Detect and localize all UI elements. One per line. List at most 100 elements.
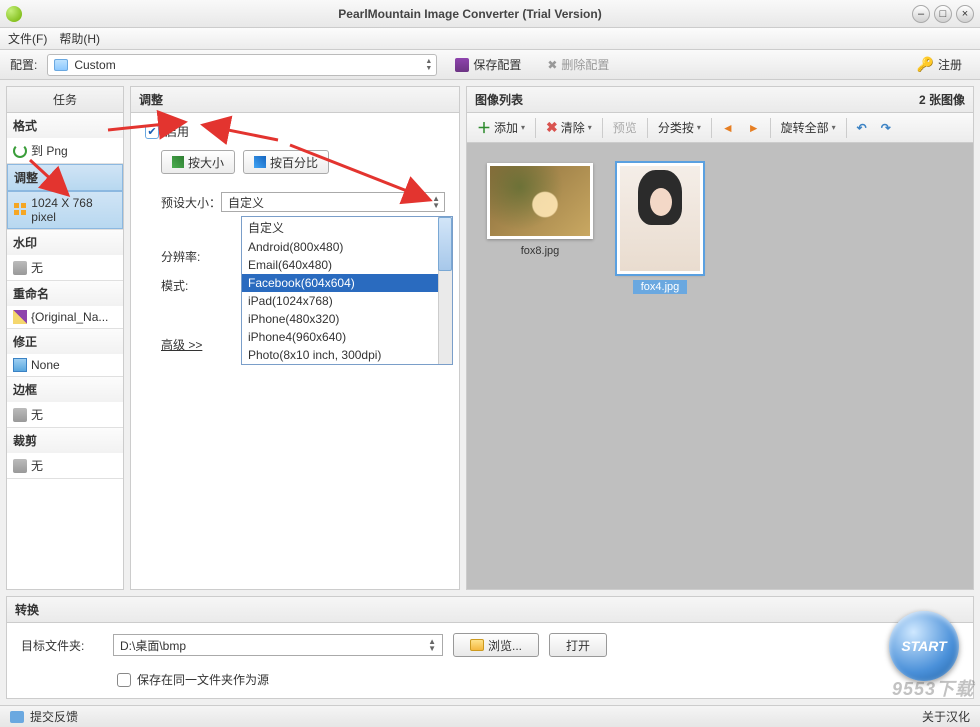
plus-icon: ＋	[477, 118, 491, 138]
open-button[interactable]: 打开	[549, 633, 607, 657]
refresh-icon	[13, 144, 27, 158]
browse-button[interactable]: 浏览...	[453, 633, 539, 657]
maximize-button[interactable]: □	[934, 5, 952, 23]
dropdown-item[interactable]: Facebook(604x604)	[242, 274, 452, 292]
preset-dropdown[interactable]: 自定义Android(800x480)Email(640x480)Faceboo…	[241, 216, 453, 365]
preview-button[interactable]: 预览	[609, 119, 641, 136]
menu-help[interactable]: 帮助(H)	[59, 30, 100, 47]
advanced-link[interactable]: 高级 >>	[161, 338, 202, 352]
task-body-rename[interactable]: {Original_Na...	[7, 306, 123, 328]
start-button[interactable]: START	[889, 611, 959, 681]
task-head-rename[interactable]: 重命名	[7, 281, 123, 306]
resolution-label: 分辨率:	[161, 248, 221, 265]
adjust-header: 调整	[131, 87, 459, 113]
save-same-checkbox[interactable]	[117, 673, 131, 687]
prev-button[interactable]: ◄	[718, 121, 738, 135]
enable-label: 启用	[165, 123, 189, 140]
thumbnail-image	[490, 166, 590, 236]
rotate-all-button[interactable]: 旋转全部 ▾	[777, 119, 840, 136]
percent-icon	[254, 156, 266, 168]
arrow-left-icon: ◄	[722, 121, 734, 135]
task-head-resize[interactable]: 调整	[7, 164, 123, 191]
minimize-button[interactable]: –	[912, 5, 930, 23]
undo-button[interactable]: ↶	[853, 121, 871, 135]
save-config-button[interactable]: 保存配置	[447, 54, 529, 76]
image-icon	[13, 358, 27, 372]
by-percent-button[interactable]: 按百分比	[243, 150, 329, 174]
window-title: PearlMountain Image Converter (Trial Ver…	[28, 7, 912, 21]
task-body-format[interactable]: 到 Png	[7, 138, 123, 163]
task-head-watermark[interactable]: 水印	[7, 230, 123, 255]
thumb-item[interactable]: fox4.jpg	[617, 163, 703, 294]
thumb-caption: fox8.jpg	[521, 245, 560, 257]
none-icon	[13, 261, 27, 275]
redo-button[interactable]: ↷	[877, 121, 895, 135]
task-body-border[interactable]: 无	[7, 402, 123, 427]
imagelist-toolbar: ＋添加 ▾ ✖清除 ▾ 预览 分类按 ▾ ◄ ► 旋转全部 ▾ ↶ ↷	[467, 113, 973, 143]
dest-label: 目标文件夹:	[21, 637, 103, 654]
dest-input[interactable]: D:\桌面\bmp ▲▼	[113, 634, 443, 656]
thumb-item[interactable]: fox8.jpg	[487, 163, 593, 257]
dropdown-item[interactable]: iPhone4(960x640)	[242, 328, 452, 346]
resize-icon	[14, 203, 27, 217]
disk-icon	[455, 58, 469, 72]
dropdown-item[interactable]: iPad(1024x768)	[242, 292, 452, 310]
expand-icon	[172, 156, 184, 168]
task-body-crop[interactable]: 无	[7, 453, 123, 478]
statusbar: 提交反馈 关于汉化	[0, 705, 980, 727]
task-body-watermark[interactable]: 无	[7, 255, 123, 280]
add-button[interactable]: ＋添加 ▾	[473, 118, 529, 138]
task-head-crop[interactable]: 裁剪	[7, 428, 123, 453]
delete-icon: ✖	[547, 58, 557, 72]
folder-icon	[470, 639, 484, 651]
task-head-border[interactable]: 边框	[7, 377, 123, 402]
task-body-fix[interactable]: None	[7, 354, 123, 376]
imagelist-header: 图像列表	[475, 91, 523, 108]
convert-header: 转换	[7, 597, 973, 623]
delete-config-button[interactable]: ✖ 删除配置	[539, 54, 617, 76]
feedback-link[interactable]: 提交反馈	[30, 708, 78, 725]
task-body-resize[interactable]: 1024 X 768 pixel	[7, 191, 123, 229]
thumbnail-area: fox8.jpg fox4.jpg	[467, 143, 973, 589]
preset-label: 预设大小：	[161, 194, 221, 211]
scrollbar-thumb[interactable]	[438, 217, 452, 271]
task-head-fix[interactable]: 修正	[7, 329, 123, 354]
border-icon	[13, 408, 27, 422]
menu-file[interactable]: 文件(F)	[8, 30, 47, 47]
key-icon: 🔑	[917, 56, 934, 73]
next-button[interactable]: ►	[744, 121, 764, 135]
crop-icon	[13, 459, 27, 473]
feedback-icon	[10, 711, 24, 723]
mode-label: 模式:	[161, 277, 221, 294]
dropdown-item[interactable]: Android(800x480)	[242, 238, 452, 256]
clear-button[interactable]: ✖清除 ▾	[542, 119, 596, 136]
dropdown-scrollbar[interactable]	[438, 217, 452, 364]
config-select[interactable]: Custom ▲▼	[47, 54, 437, 76]
task-head-format[interactable]: 格式	[7, 113, 123, 138]
dropdown-item[interactable]: Photo(8x10 inch, 300dpi)	[242, 346, 452, 364]
config-toolbar: 配置: Custom ▲▼ 保存配置 ✖ 删除配置 🔑 注册	[0, 50, 980, 80]
dropdown-item[interactable]: Email(640x480)	[242, 256, 452, 274]
titlebar: PearlMountain Image Converter (Trial Ver…	[0, 0, 980, 28]
sort-button[interactable]: 分类按 ▾	[654, 119, 705, 136]
preset-combo[interactable]: 自定义 ▲▼	[221, 192, 445, 212]
close-button[interactable]: ×	[956, 5, 974, 23]
register-button[interactable]: 🔑 注册	[909, 54, 970, 76]
undo-icon: ↶	[857, 121, 867, 135]
image-list-panel: 图像列表 2 张图像 ＋添加 ▾ ✖清除 ▾ 预览 分类按 ▾ ◄ ► 旋转全部…	[466, 86, 974, 590]
thumb-caption: fox4.jpg	[633, 280, 688, 294]
config-value: Custom	[74, 58, 115, 72]
x-icon: ✖	[546, 119, 558, 136]
enable-checkbox[interactable]: ✔	[145, 125, 159, 139]
by-size-button[interactable]: 按大小	[161, 150, 235, 174]
about-link[interactable]: 关于汉化	[922, 708, 970, 725]
sidebar-header: 任务	[7, 87, 123, 113]
save-same-label: 保存在同一文件夹作为源	[137, 671, 269, 688]
redo-icon: ↷	[881, 121, 891, 135]
folder-icon	[54, 59, 68, 71]
dropdown-item[interactable]: 自定义	[242, 217, 452, 238]
imagelist-count: 2 张图像	[919, 91, 965, 108]
pencil-icon	[13, 310, 27, 324]
dropdown-item[interactable]: iPhone(480x320)	[242, 310, 452, 328]
site-watermark: 9553下载	[892, 675, 974, 701]
